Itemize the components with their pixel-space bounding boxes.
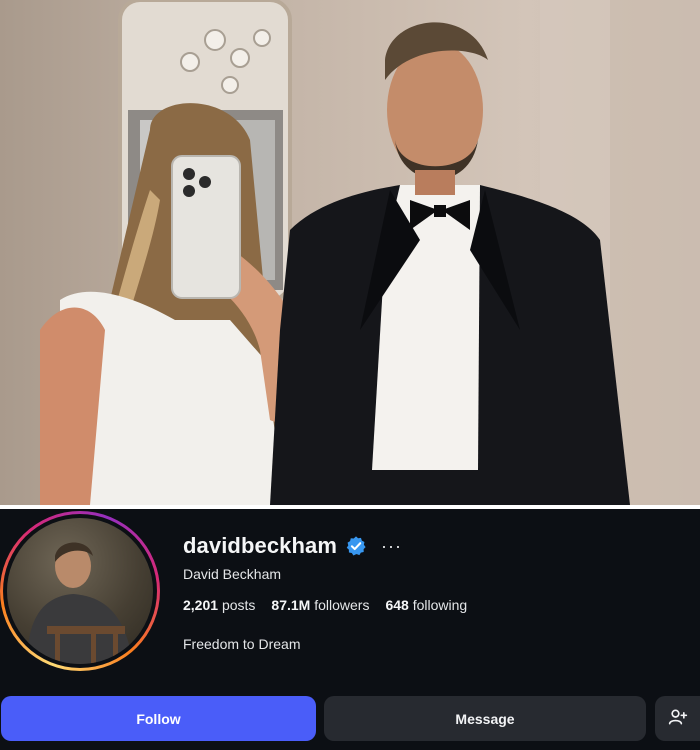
avatar[interactable] [7,518,153,664]
username-row: davidbeckham ··· [183,530,402,562]
avatar-illustration [27,542,133,664]
verified-badge-icon [345,535,367,557]
following-stat[interactable]: 648 following [385,597,467,613]
story-ring[interactable] [0,511,160,671]
suggested-accounts-button[interactable] [655,696,700,741]
followers-label: followers [314,597,370,613]
profile-stats: 2,201 posts 87.1M followers 648 followin… [183,597,483,613]
bio: Freedom to Dream [183,636,301,652]
person-add-svg [668,709,687,725]
full-name: David Beckham [183,566,282,582]
following-label: following [412,597,468,613]
posts-count: 2,201 [183,597,219,613]
person-add-icon [668,707,688,730]
message-button[interactable]: Message [324,696,646,741]
followers-stat[interactable]: 87.1M followers [271,597,369,613]
followers-count: 87.1M [271,597,311,613]
profile-header: davidbeckham ··· David Beckham 2,201 pos… [0,509,700,750]
following-count: 648 [385,597,409,613]
username: davidbeckham [183,533,338,558]
more-options-icon[interactable]: ··· [381,537,402,555]
photo-illustration [40,0,700,505]
avatar-gap [3,514,157,668]
posts-stat: 2,201 posts [183,597,255,613]
posts-label: posts [221,597,256,613]
verified-badge-svg [346,536,366,556]
post-photo [0,0,700,505]
follow-button[interactable]: Follow [1,696,316,741]
